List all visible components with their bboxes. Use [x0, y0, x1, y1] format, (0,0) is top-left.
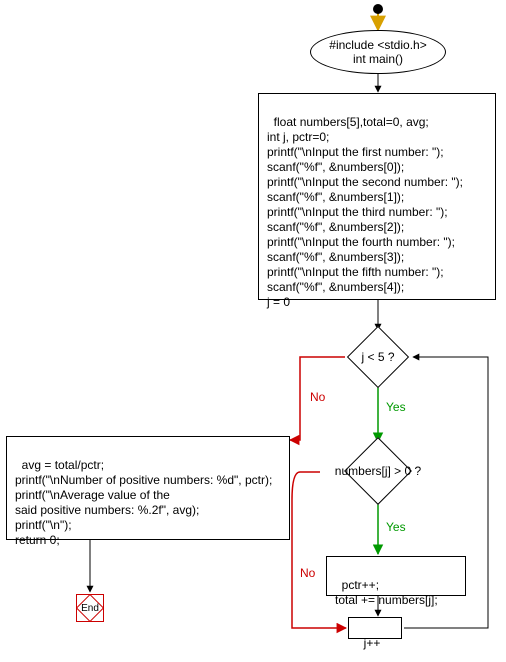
- increment-block: j++: [348, 617, 402, 639]
- decision-numbers-gt-0: numbers[j] > 0 ?: [315, 440, 441, 502]
- end-text: End: [81, 603, 99, 614]
- decision-j-lt-5-text: j < 5 ?: [361, 350, 394, 364]
- label-yes-c2: Yes: [386, 520, 406, 534]
- main-ellipse: #include <stdio.h> int main(): [310, 30, 446, 74]
- label-yes-c1: Yes: [386, 400, 406, 414]
- decision-numbers-gt-0-text: numbers[j] > 0 ?: [335, 464, 421, 478]
- decision-j-lt-5: j < 5 ?: [343, 330, 413, 384]
- main-ellipse-text: #include <stdio.h> int main(): [329, 38, 426, 66]
- accum-block: pctr++; total += numbers[j];: [326, 556, 466, 596]
- end-terminator: End: [76, 594, 104, 622]
- init-block: float numbers[5],total=0, avg; int j, pc…: [258, 93, 496, 300]
- label-no-c2: No: [300, 566, 315, 580]
- result-block: avg = total/pctr; printf("\nNumber of po…: [6, 436, 290, 540]
- increment-block-text: j++: [364, 636, 381, 650]
- label-no-c1: No: [310, 390, 325, 404]
- accum-block-text: pctr++; total += numbers[j];: [335, 578, 438, 607]
- init-block-text: float numbers[5],total=0, avg; int j, pc…: [267, 115, 463, 309]
- result-block-text: avg = total/pctr; printf("\nNumber of po…: [15, 458, 272, 547]
- start-dot: [373, 4, 383, 14]
